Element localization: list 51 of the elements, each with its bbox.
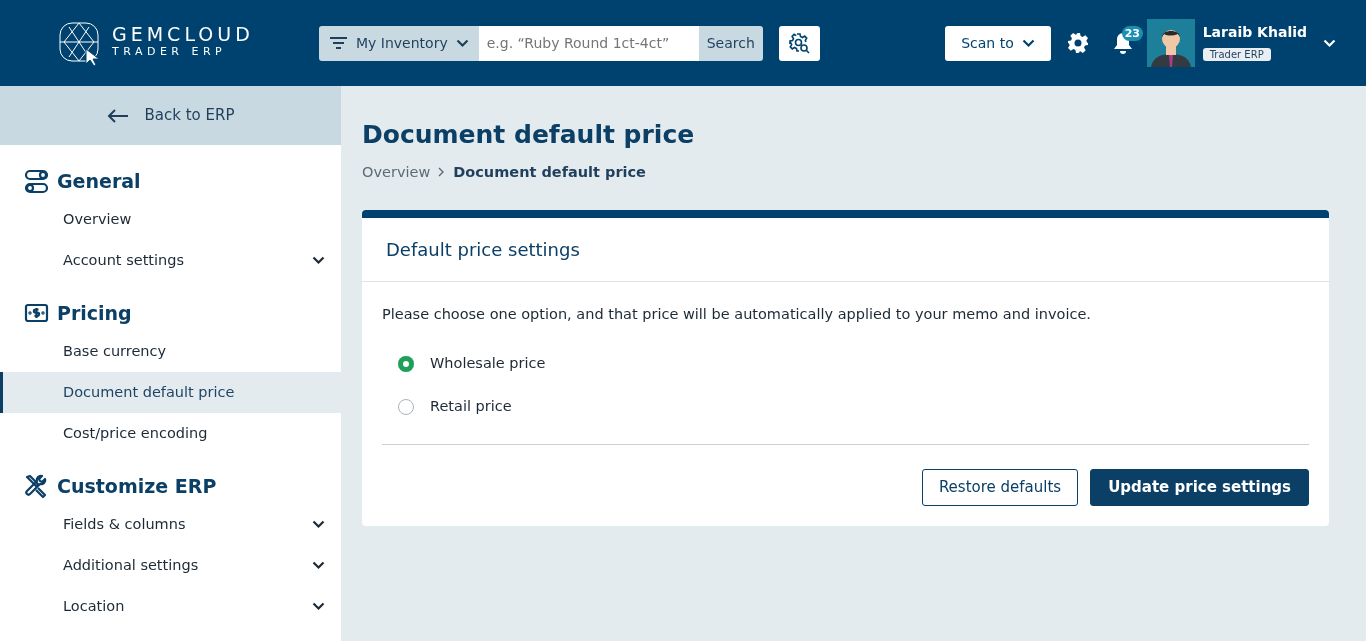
gear-search-icon bbox=[788, 32, 811, 54]
user-menu-chevron-icon bbox=[1323, 39, 1336, 48]
inventory-dropdown[interactable]: My Inventory bbox=[319, 25, 479, 61]
arrow-left-icon bbox=[106, 107, 129, 124]
breadcrumb-current: Document default price bbox=[453, 162, 646, 182]
search-settings-button[interactable] bbox=[778, 25, 820, 61]
item-label: Document default price bbox=[63, 382, 235, 402]
item-label: Base currency bbox=[63, 341, 167, 361]
section-heading: Customize ERP bbox=[57, 473, 217, 499]
scan-to-button[interactable]: Scan to bbox=[945, 25, 1051, 61]
radio-option[interactable]: Retail price bbox=[382, 385, 1309, 428]
page-title: Document default price bbox=[362, 119, 696, 151]
description-text: Please choose one option, and that price will be automatically applied to your memo and invoice. bbox=[382, 305, 1092, 325]
chevron-right-icon bbox=[438, 167, 446, 178]
chevron-down-icon bbox=[455, 38, 469, 48]
breadcrumb-link[interactable]: Overview bbox=[362, 161, 431, 184]
item-label: Additional settings bbox=[63, 555, 199, 575]
card-title: Default price settings bbox=[362, 218, 1329, 283]
sidebar-item[interactable]: Additional settings bbox=[0, 545, 341, 586]
money-icon bbox=[24, 303, 49, 323]
chevron-down-icon bbox=[1021, 38, 1035, 48]
sidebar-item[interactable]: Overview bbox=[0, 199, 341, 240]
radio-button[interactable] bbox=[398, 355, 414, 372]
logo-subtitle: TRADER ERP bbox=[112, 44, 228, 61]
item-label: Cost/price encoding bbox=[63, 423, 208, 443]
sidebar-item[interactable]: Location bbox=[0, 586, 341, 627]
restore-button[interactable]: Restore defaults bbox=[921, 469, 1079, 506]
section-heading: Pricing bbox=[57, 300, 132, 326]
tools-icon bbox=[24, 473, 49, 499]
search-field[interactable]: e.g. “Ruby Round 1ct-4ct” bbox=[478, 25, 699, 61]
user-role: Trader ERP bbox=[1202, 48, 1271, 61]
sidebar-item[interactable]: Base currency bbox=[0, 331, 341, 372]
sidebar-item[interactable]: Cost/price encoding bbox=[0, 413, 341, 454]
search-button[interactable]: Search bbox=[698, 25, 763, 61]
section-heading: General bbox=[57, 168, 141, 194]
sidebar-item[interactable]: Account settings bbox=[0, 240, 341, 281]
sidebar-item[interactable]: Fields & columns bbox=[0, 504, 341, 545]
toggles-icon bbox=[24, 168, 49, 194]
logo-text: GEMCLOUD bbox=[112, 25, 254, 45]
settings-icon[interactable] bbox=[1066, 32, 1089, 54]
item-label: Overview bbox=[63, 209, 132, 229]
item-label: Fields & columns bbox=[63, 514, 186, 534]
item-label: Account settings bbox=[63, 250, 184, 270]
notification-count: 23 bbox=[1121, 26, 1143, 42]
item-label: Location bbox=[63, 596, 125, 616]
radio-option[interactable]: Wholesale price bbox=[382, 342, 1309, 385]
back-to-erp-button[interactable]: Back to ERP bbox=[0, 86, 341, 145]
user-name: Laraib Khalid bbox=[1202, 23, 1307, 42]
update-button[interactable]: Update price settings bbox=[1090, 469, 1309, 506]
filter-icon bbox=[329, 36, 348, 50]
sidebar-item[interactable]: Document default price bbox=[0, 372, 341, 413]
